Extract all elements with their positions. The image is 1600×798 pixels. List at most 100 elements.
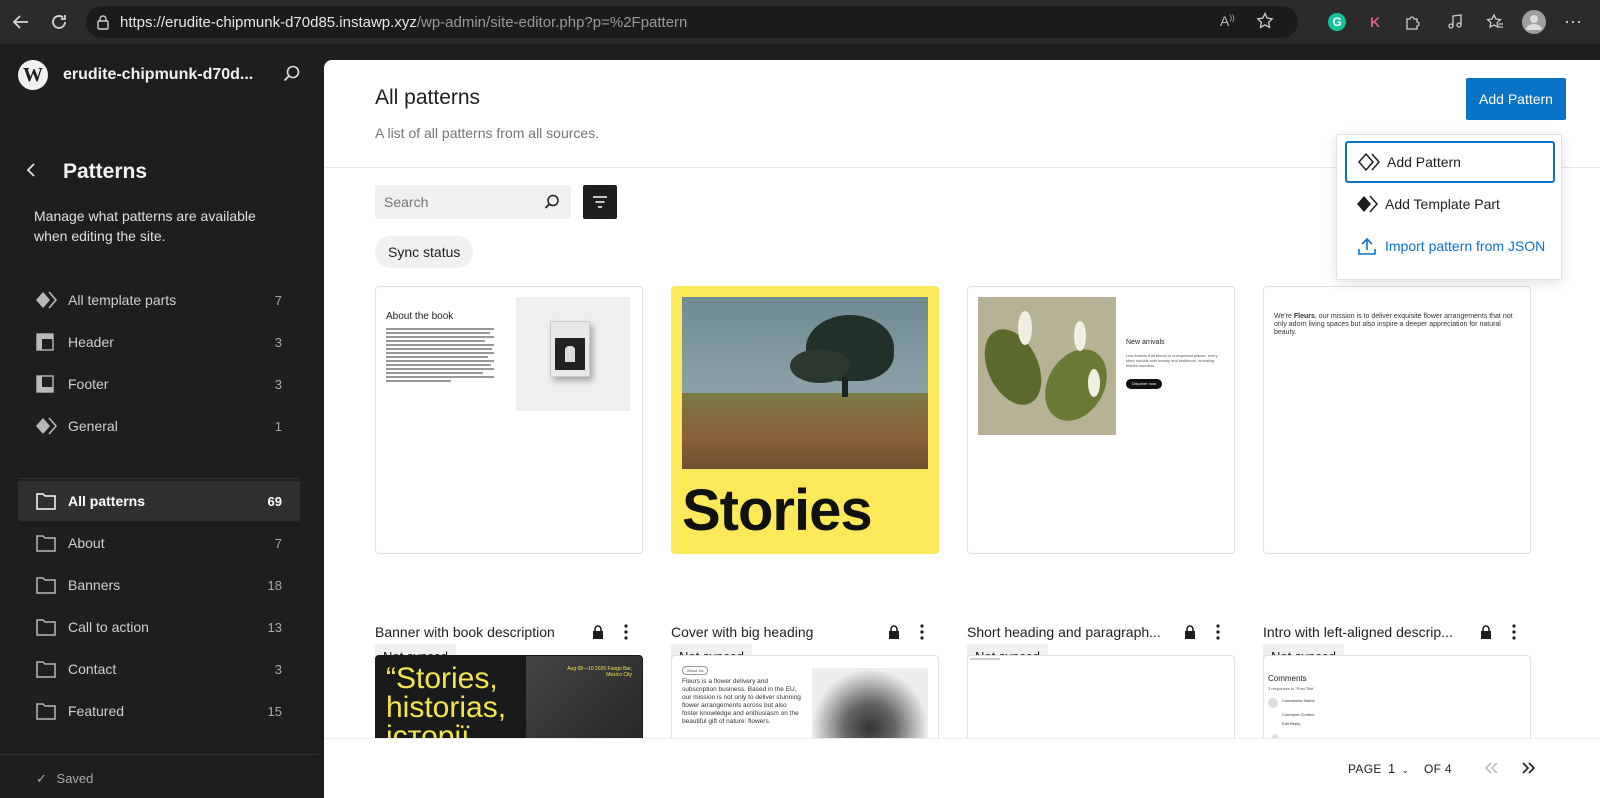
diamond-icon: [36, 291, 58, 309]
folder-icon: [36, 534, 56, 552]
filter-icon: [593, 196, 607, 208]
lock-icon: [593, 625, 603, 639]
pattern-card-preview[interactable]: New arrivals Lisa flowers that bloom in …: [967, 286, 1235, 554]
chevron-down-icon: ⌄: [1401, 765, 1410, 775]
page-subtitle: A list of all patterns from all sources.: [375, 125, 600, 141]
sidebar-item-featured[interactable]: Featured 15: [18, 691, 300, 731]
back-chevron-icon[interactable]: [24, 162, 44, 182]
lock-icon: [1481, 625, 1491, 639]
avatar: [1268, 698, 1278, 708]
preview-subheading: 3 responses to "Post Title": [1268, 686, 1315, 691]
template-part-icon: [1357, 195, 1378, 213]
more-menu-icon[interactable]: ⋯: [1562, 11, 1584, 33]
menu-item-add-pattern[interactable]: Add Pattern: [1345, 141, 1555, 183]
pagination-bar: PAGE 1 ⌄ OF 4: [324, 738, 1600, 798]
sidebar-item-footer[interactable]: Footer 3: [18, 364, 300, 404]
pattern-card-title[interactable]: Cover with big heading: [671, 624, 813, 640]
page-select[interactable]: 1 ⌄: [1388, 761, 1409, 776]
folder-icon: [36, 618, 56, 636]
search-icon[interactable]: [282, 64, 304, 86]
wordpress-logo-icon[interactable]: W: [18, 60, 48, 90]
preview-comment-content: Comment Content: [1282, 712, 1315, 717]
more-vertical-icon[interactable]: [1215, 623, 1221, 641]
k-extension-icon[interactable]: K: [1364, 11, 1386, 33]
site-title[interactable]: erudite-chipmunk-d70d...: [63, 66, 253, 84]
preview-text-lines: [386, 328, 494, 384]
preview-heading: Comments: [1268, 674, 1307, 683]
sidebar-item-contact[interactable]: Contact 3: [18, 649, 300, 689]
add-pattern-menu: Add Pattern Add Template Part Import pat…: [1336, 134, 1562, 280]
sidebar-item-call-to-action[interactable]: Call to action 13: [18, 607, 300, 647]
pattern-outline-icon: [1358, 152, 1380, 172]
preview-comment-author: Commenter Name: [1282, 698, 1315, 703]
favorites-icon[interactable]: [1484, 11, 1506, 33]
cover-heading: Stories: [682, 478, 873, 543]
more-vertical-icon[interactable]: [1511, 623, 1517, 641]
lock-icon: [1185, 625, 1195, 639]
pattern-card-preview[interactable]: We're Fleurs, our mission is to deliver …: [1263, 286, 1531, 554]
menu-item-add-template-part[interactable]: Add Template Part: [1345, 183, 1555, 225]
sidebar-item-general[interactable]: General 1: [18, 406, 300, 446]
profile-avatar-icon[interactable]: [1522, 10, 1546, 34]
reload-icon[interactable]: [48, 11, 70, 33]
pattern-card-preview[interactable]: Stories: [671, 286, 939, 554]
page-title: All patterns: [375, 86, 481, 109]
sidebar-item-all-patterns[interactable]: All patterns 69: [18, 481, 300, 521]
landscape-image: [682, 297, 928, 469]
folder-icon: [36, 492, 56, 510]
pattern-card-title[interactable]: Banner with book description: [375, 624, 555, 640]
folder-icon: [36, 576, 56, 594]
page-label: PAGE: [1348, 762, 1382, 776]
preview-paragraph: Fleurs is a flower delivery and subscrip…: [682, 678, 801, 725]
url-text: https://erudite-chipmunk-d70d85.instawp.…: [120, 13, 688, 31]
lock-icon: [96, 14, 110, 35]
preview-button: Discover now: [1126, 379, 1163, 389]
sync-status-filter[interactable]: Sync status: [375, 236, 474, 268]
saved-status: ✓ Saved: [36, 771, 94, 786]
grammarly-icon[interactable]: G: [1326, 11, 1348, 33]
diamond-icon: [36, 417, 58, 435]
menu-item-import-json[interactable]: Import pattern from JSON: [1345, 225, 1555, 267]
search-field: [375, 185, 571, 219]
plant-image: [978, 297, 1116, 435]
read-aloud-icon[interactable]: A)): [1220, 13, 1235, 29]
more-vertical-icon[interactable]: [919, 623, 925, 641]
favorite-star-icon[interactable]: [1256, 11, 1274, 35]
previous-page-icon[interactable]: [1482, 759, 1500, 777]
sidebar-item-about[interactable]: About 7: [18, 523, 300, 563]
preview-intro-text: We're Fleurs, our mission is to deliver …: [1274, 313, 1513, 336]
check-icon: ✓: [36, 771, 47, 786]
page-total: OF 4: [1424, 762, 1452, 776]
media-icon[interactable]: [1444, 11, 1466, 33]
add-pattern-button[interactable]: Add Pattern: [1466, 78, 1566, 120]
preview-comment-links: Edit Reply: [1282, 721, 1301, 726]
pattern-card-preview[interactable]: About the book: [375, 286, 643, 554]
search-icon[interactable]: [543, 193, 561, 211]
sidebar-item-banners[interactable]: Banners 18: [18, 565, 300, 605]
browser-toolbar: https://erudite-chipmunk-d70d85.instawp.…: [0, 0, 1600, 44]
more-vertical-icon[interactable]: [623, 623, 629, 641]
address-bar[interactable]: https://erudite-chipmunk-d70d85.instawp.…: [86, 6, 1298, 38]
next-page-icon[interactable]: [1520, 759, 1538, 777]
back-arrow-icon[interactable]: [10, 11, 32, 33]
view-options-button[interactable]: [583, 185, 617, 219]
preview-tag: About Us: [682, 666, 709, 675]
search-input[interactable]: [375, 185, 535, 219]
preview-heading: New arrivals: [1126, 339, 1165, 346]
folder-icon: [36, 660, 56, 678]
sidebar-item-all-template-parts[interactable]: All template parts 7: [18, 280, 300, 320]
footer-layout-icon: [36, 375, 56, 393]
svg-text:G: G: [1332, 15, 1341, 29]
upload-icon: [1358, 237, 1376, 255]
preview-paragraph: Lisa flowers that bloom in unexpected pl…: [1126, 353, 1218, 368]
preview-heading: About the book: [386, 311, 454, 322]
sidebar-divider: [18, 478, 300, 479]
extensions-puzzle-icon[interactable]: [1402, 11, 1424, 33]
pattern-card-title[interactable]: Short heading and paragraph...: [967, 624, 1161, 640]
preview-event-date: Aug 08—10 2025 Fuego Bar, Mexico City: [567, 666, 632, 678]
pattern-card-title[interactable]: Intro with left-aligned descrip...: [1263, 624, 1453, 640]
sidebar-footer-divider: [0, 754, 318, 755]
site-editor-sidebar: W erudite-chipmunk-d70d... Patterns Mana…: [0, 44, 318, 798]
sidebar-item-header[interactable]: Header 3: [18, 322, 300, 362]
lock-icon: [889, 625, 899, 639]
